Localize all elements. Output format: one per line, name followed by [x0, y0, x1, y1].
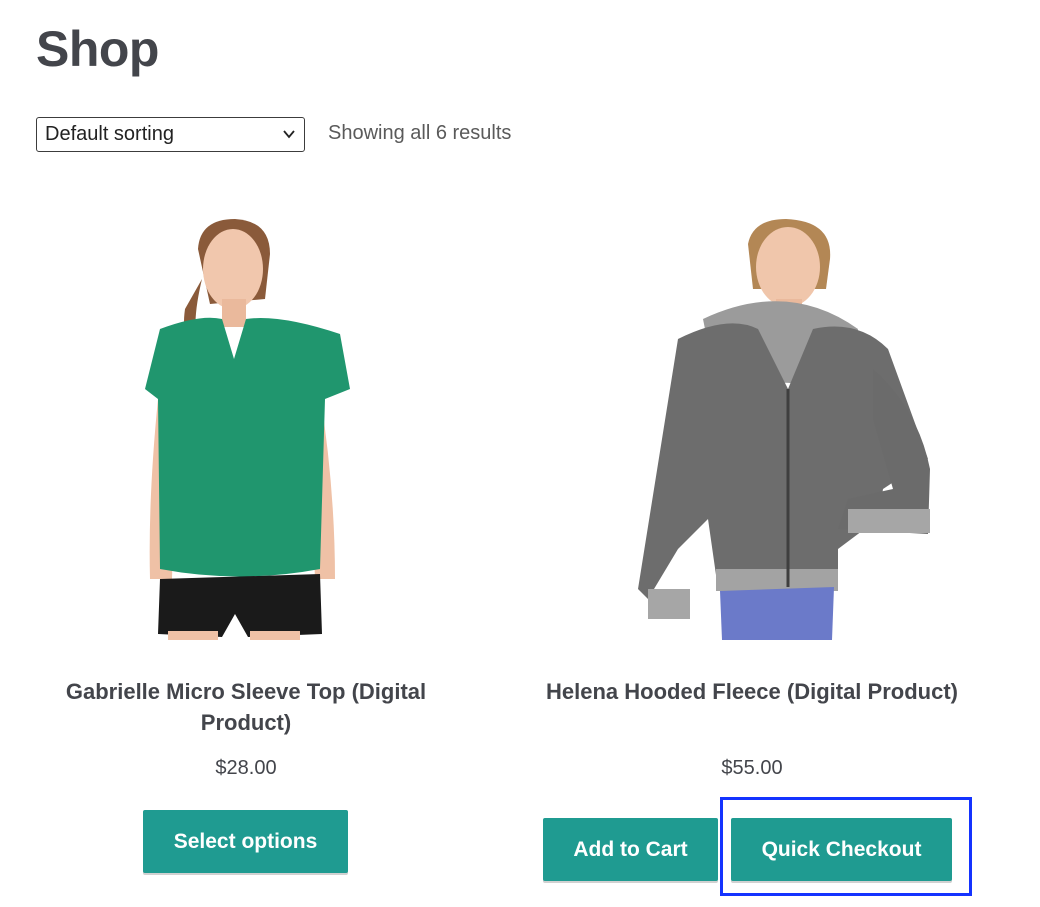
product-price: $55.00	[721, 757, 783, 779]
product-image[interactable]	[638, 219, 930, 640]
add-to-cart-button[interactable]: Add to Cart	[543, 818, 718, 881]
woman-gray-hoodie-photo-icon	[638, 219, 930, 640]
select-options-button[interactable]: Select options	[143, 810, 348, 873]
product-image[interactable]	[130, 219, 350, 640]
sort-select[interactable]: Default sorting	[36, 117, 305, 152]
product-title[interactable]: Gabrielle Micro Sleeve Top (Digital Prod…	[36, 676, 456, 738]
product-title[interactable]: Helena Hooded Fleece (Digital Product)	[542, 676, 962, 707]
highlight-box	[720, 797, 972, 896]
sort-selected-value: Default sorting	[45, 123, 174, 145]
product-price: $28.00	[215, 757, 277, 779]
chevron-down-icon	[283, 130, 295, 139]
result-count: Showing all 6 results	[328, 122, 512, 144]
woman-green-tshirt-photo-icon	[145, 219, 350, 640]
page-title: Shop	[36, 21, 159, 77]
